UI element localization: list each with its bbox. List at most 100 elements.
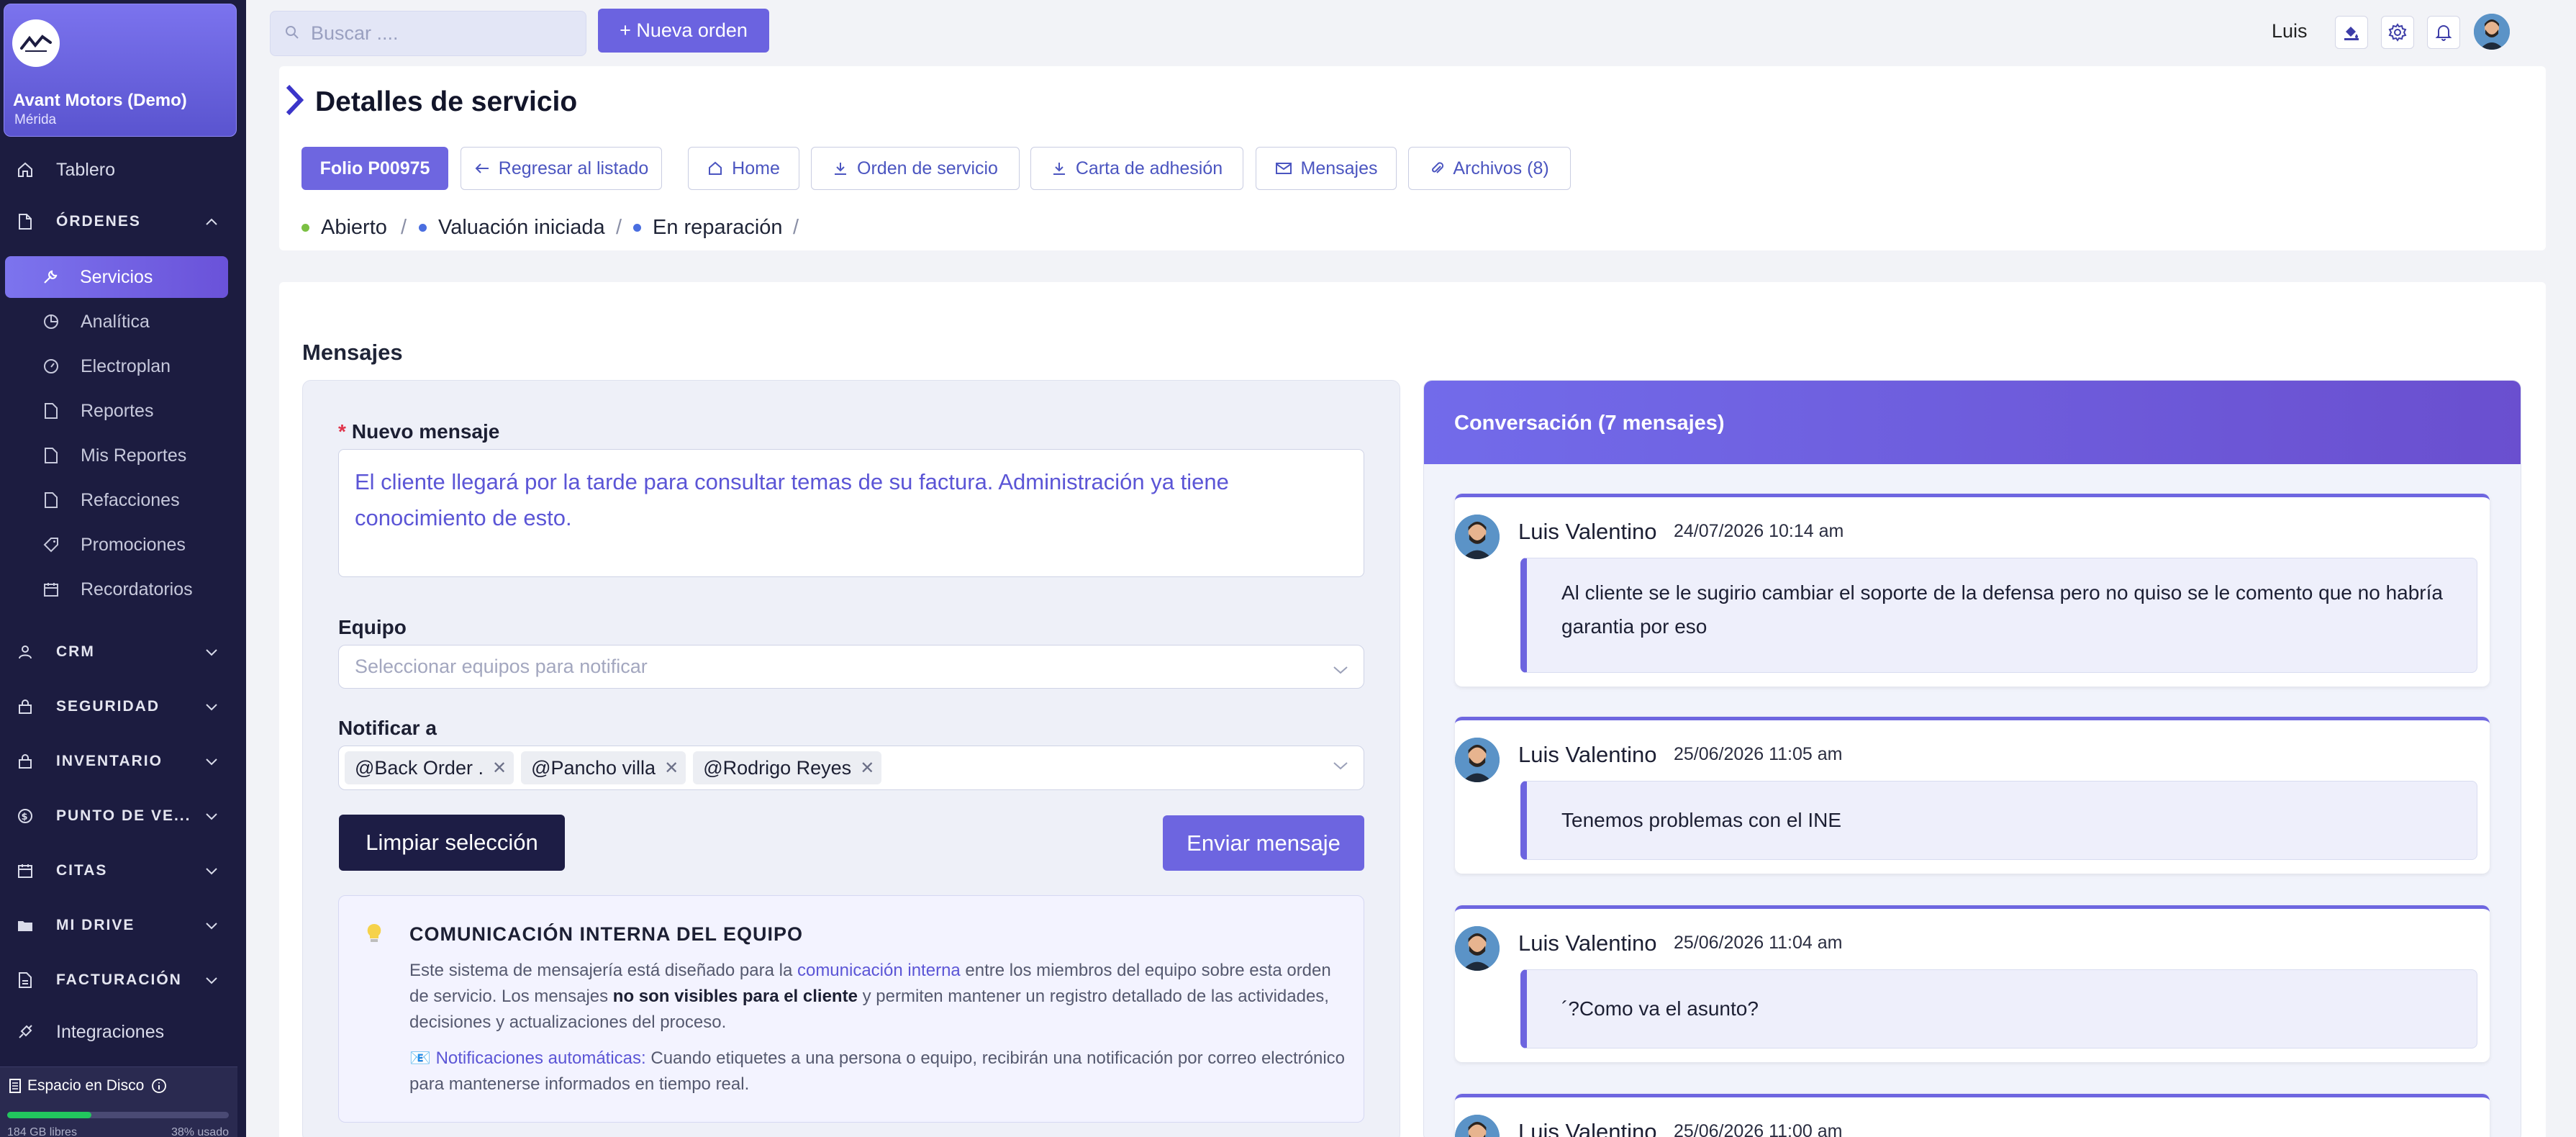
sidebar-section-mi-drive[interactable]: MI DRIVE: [0, 905, 246, 946]
back-to-list-button[interactable]: Regresar al listado: [461, 147, 662, 190]
sidebar-item-recordatorios[interactable]: Recordatorios: [0, 568, 246, 610]
mail-icon: 📧: [409, 1048, 436, 1068]
team-label: Equipo: [338, 616, 407, 638]
team-select[interactable]: Seleccionar equipos para notificar: [338, 645, 1364, 689]
message-date: 25/06/2026 11:05 am: [1674, 744, 1843, 764]
dollar-icon: $: [16, 807, 35, 825]
sidebar-section-label: INVENTARIO: [56, 753, 163, 769]
home-label: Home: [732, 158, 780, 178]
notify-tag[interactable]: @Pancho villa ✕: [521, 751, 686, 784]
message-textarea[interactable]: El cliente llegará por la tarde para con…: [338, 449, 1364, 577]
chevron-down-icon: [1332, 760, 1349, 775]
notify-tag-label: @Rodrigo Reyes: [703, 756, 852, 779]
avatar-image: [2474, 14, 2510, 50]
page-title: Detalles de servicio: [315, 86, 578, 117]
status-dot: [301, 224, 309, 232]
team-select-placeholder: Seleccionar equipos para notificar: [355, 656, 648, 677]
home-icon: [707, 160, 723, 176]
home-button[interactable]: Home: [688, 147, 799, 190]
chevron-right-icon: [282, 83, 307, 120]
lightbulb-icon: [365, 922, 384, 948]
disk-label: Espacio en Disco: [9, 1077, 167, 1095]
user-name[interactable]: Luis: [2272, 20, 2308, 42]
status-reparacion[interactable]: En reparación: [633, 216, 783, 240]
close-icon[interactable]: ✕: [492, 758, 507, 779]
notifications-button[interactable]: [2427, 16, 2460, 49]
adhesion-letter-label: Carta de adhesión: [1075, 158, 1223, 178]
document-icon: [16, 971, 35, 989]
new-order-button[interactable]: + Nueva orden: [598, 9, 769, 53]
sidebar-section-punto-de-venta[interactable]: $ PUNTO DE VE...: [0, 795, 246, 837]
paint-bucket-button[interactable]: [2335, 16, 2368, 49]
document-icon: [16, 212, 35, 231]
message-author: Luis Valentino: [1518, 742, 1657, 767]
sidebar-section-label: CRM: [56, 643, 95, 660]
status-abierto[interactable]: Abierto: [301, 216, 387, 240]
plug-icon: [16, 1023, 35, 1041]
sidebar-item-reportes[interactable]: Reportes: [0, 390, 246, 432]
close-icon[interactable]: ✕: [664, 758, 679, 779]
required-asterisk: *: [338, 420, 346, 443]
status-valuacion[interactable]: Valuación iniciada: [419, 216, 605, 240]
message-date: 25/06/2026 11:04 am: [1674, 933, 1843, 953]
new-message-label: * Nuevo mensaje: [338, 420, 499, 443]
document-icon: [42, 402, 60, 420]
sidebar-item-electroplan[interactable]: Electroplan: [0, 345, 246, 387]
info-icon[interactable]: [151, 1078, 167, 1094]
sidebar-section-inventario[interactable]: INVENTARIO: [0, 740, 246, 782]
folio-button[interactable]: Folio P00975: [301, 147, 448, 190]
sidebar-item-analitica[interactable]: Analítica: [0, 301, 246, 343]
chevron-down-icon: [204, 808, 219, 825]
lock-icon: [16, 697, 35, 716]
disk-icon: [9, 1079, 21, 1093]
sidebar-section-ordenes[interactable]: ÓRDENES: [0, 201, 246, 243]
arrow-left-icon: [474, 161, 490, 176]
close-icon[interactable]: ✕: [860, 758, 874, 779]
disk-free: 184 GB libres: [7, 1126, 77, 1137]
user-avatar[interactable]: [2474, 14, 2510, 50]
notify-tag[interactable]: @Rodrigo Reyes ✕: [693, 751, 882, 784]
service-order-label: Orden de servicio: [857, 158, 998, 178]
notify-select[interactable]: @Back Order . ✕ @Pancho villa ✕ @Rodrigo R…: [338, 746, 1364, 790]
sidebar: Avant Motors (Demo) Mérida Tablero ÓRDEN…: [0, 0, 246, 1137]
message-date: 24/07/2026 10:14 am: [1674, 521, 1844, 541]
lock-icon: [16, 752, 35, 771]
sidebar-section-citas[interactable]: CITAS: [0, 850, 246, 892]
send-message-button[interactable]: Enviar mensaje: [1163, 815, 1364, 871]
message-item: Luis Valentino 24/07/2026 10:14 am Al cl…: [1455, 494, 2490, 687]
clear-selection-button[interactable]: Limpiar selección: [339, 815, 565, 871]
message-avatar: [1455, 515, 1500, 559]
sidebar-item-label: Tablero: [56, 159, 115, 180]
brand-card[interactable]: Avant Motors (Demo) Mérida: [4, 4, 237, 137]
sidebar-item-servicios[interactable]: Servicios: [5, 256, 228, 298]
settings-button[interactable]: [2381, 16, 2414, 49]
sidebar-section-seguridad[interactable]: SEGURIDAD: [0, 686, 246, 728]
disk-progress-bar: [7, 1112, 229, 1118]
paperclip-icon: [1430, 160, 1444, 176]
sidebar-item-tablero[interactable]: Tablero: [0, 149, 246, 191]
message-avatar: [1455, 1115, 1500, 1137]
sidebar-item-refacciones[interactable]: Refacciones: [0, 479, 246, 521]
chevron-down-icon: [204, 753, 219, 771]
sidebar-item-mis-reportes[interactable]: Mis Reportes: [0, 435, 246, 476]
sidebar-section-crm[interactable]: CRM: [0, 631, 246, 673]
adhesion-letter-button[interactable]: Carta de adhesión: [1030, 147, 1243, 190]
search-input[interactable]: Buscar ....: [270, 11, 586, 56]
sidebar-item-promociones[interactable]: Promociones: [0, 524, 246, 566]
message-avatar: [1455, 738, 1500, 782]
sidebar-section-label: PUNTO DE VE...: [56, 807, 191, 824]
status-label: Valuación iniciada: [438, 216, 605, 239]
messages-button[interactable]: Mensajes: [1256, 147, 1397, 190]
message-author: Luis Valentino: [1518, 930, 1657, 956]
service-order-button[interactable]: Orden de servicio: [811, 147, 1020, 190]
sidebar-section-facturacion[interactable]: FACTURACIÓN: [0, 959, 246, 1001]
info-title: COMUNICACIÓN INTERNA DEL EQUIPO: [409, 923, 804, 945]
user-icon: [16, 643, 35, 661]
sidebar-item-label: Analítica: [81, 311, 150, 332]
files-button[interactable]: Archivos (8): [1408, 147, 1571, 190]
status-separator: /: [616, 216, 622, 239]
status-separator: /: [793, 216, 799, 239]
sidebar-item-integraciones[interactable]: Integraciones: [0, 1011, 246, 1053]
notify-tag[interactable]: @Back Order . ✕: [345, 751, 514, 784]
svg-text:$: $: [21, 812, 29, 823]
